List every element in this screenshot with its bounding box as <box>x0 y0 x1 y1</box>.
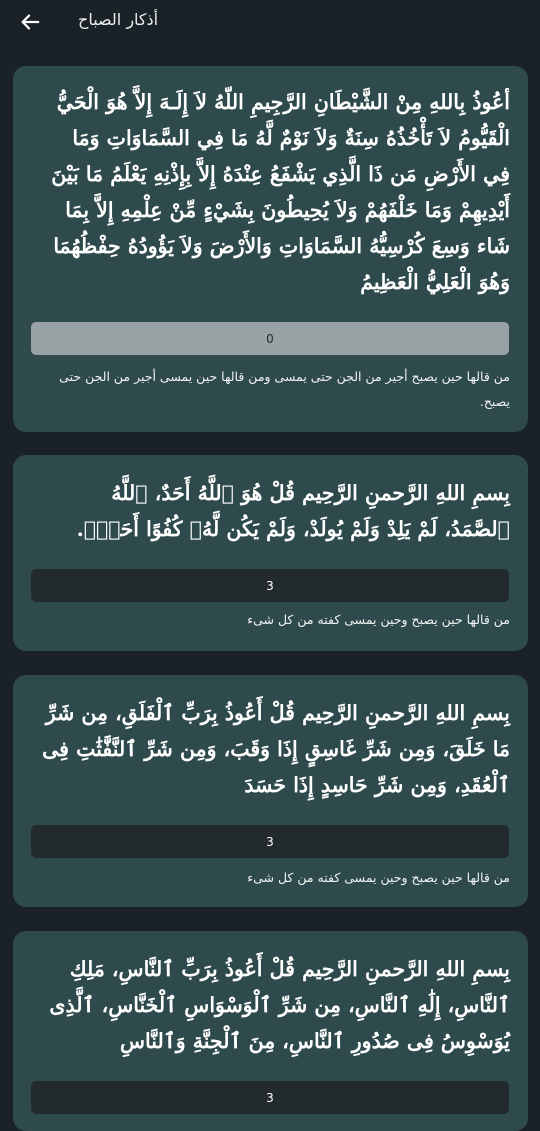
dhikr-card-3: بِسمِ اللهِ الرَّحمنِ الرَّحِيم قُلْ أَع… <box>13 675 528 907</box>
arrow-left-icon <box>21 14 40 30</box>
dhikr-card-4: بِسمِ اللهِ الرَّحمنِ الرَّحِيم قُلْ أَع… <box>13 931 528 1131</box>
dhikr-virtue-note: من قالها حين يصبح وحين يمسى كفته من كل ش… <box>247 612 510 627</box>
app-bar: أذكار الصباح <box>0 0 540 44</box>
counter-button[interactable]: 3 <box>31 825 509 858</box>
counter-button[interactable]: 3 <box>31 1081 509 1114</box>
dhikr-virtue-note: من قالها حين يصبح وحين يمسى كفته من كل ش… <box>247 870 510 885</box>
dhikr-text: بِسمِ اللهِ الرَّحمنِ الرَّحِيم قُلْ أَع… <box>42 701 510 797</box>
dhikr-virtue-note: من قالها حين يصبح أجير من الجن حتى يمسى … <box>59 369 510 409</box>
counter-button[interactable]: 0 <box>31 322 509 355</box>
dhikr-card-2: بِسمِ اللهِ الرَّحمنِ الرَّحِيم قُلْ هُو… <box>13 455 528 651</box>
dhikr-text: بِسمِ اللهِ الرَّحمنِ الرَّحِيم قُلْ هُو… <box>76 481 510 541</box>
counter-button[interactable]: 3 <box>31 569 509 602</box>
dhikr-text: أعُوذُ بِاللهِ مِنْ الشَّيْطَانِ الرَّجِ… <box>51 90 510 294</box>
back-button[interactable] <box>16 8 44 36</box>
dhikr-card-1: أعُوذُ بِاللهِ مِنْ الشَّيْطَانِ الرَّجِ… <box>13 66 528 432</box>
page-title: أذكار الصباح <box>78 10 159 29</box>
dhikr-text: بِسمِ اللهِ الرَّحمنِ الرَّحِيم قُلْ أَع… <box>49 957 510 1053</box>
